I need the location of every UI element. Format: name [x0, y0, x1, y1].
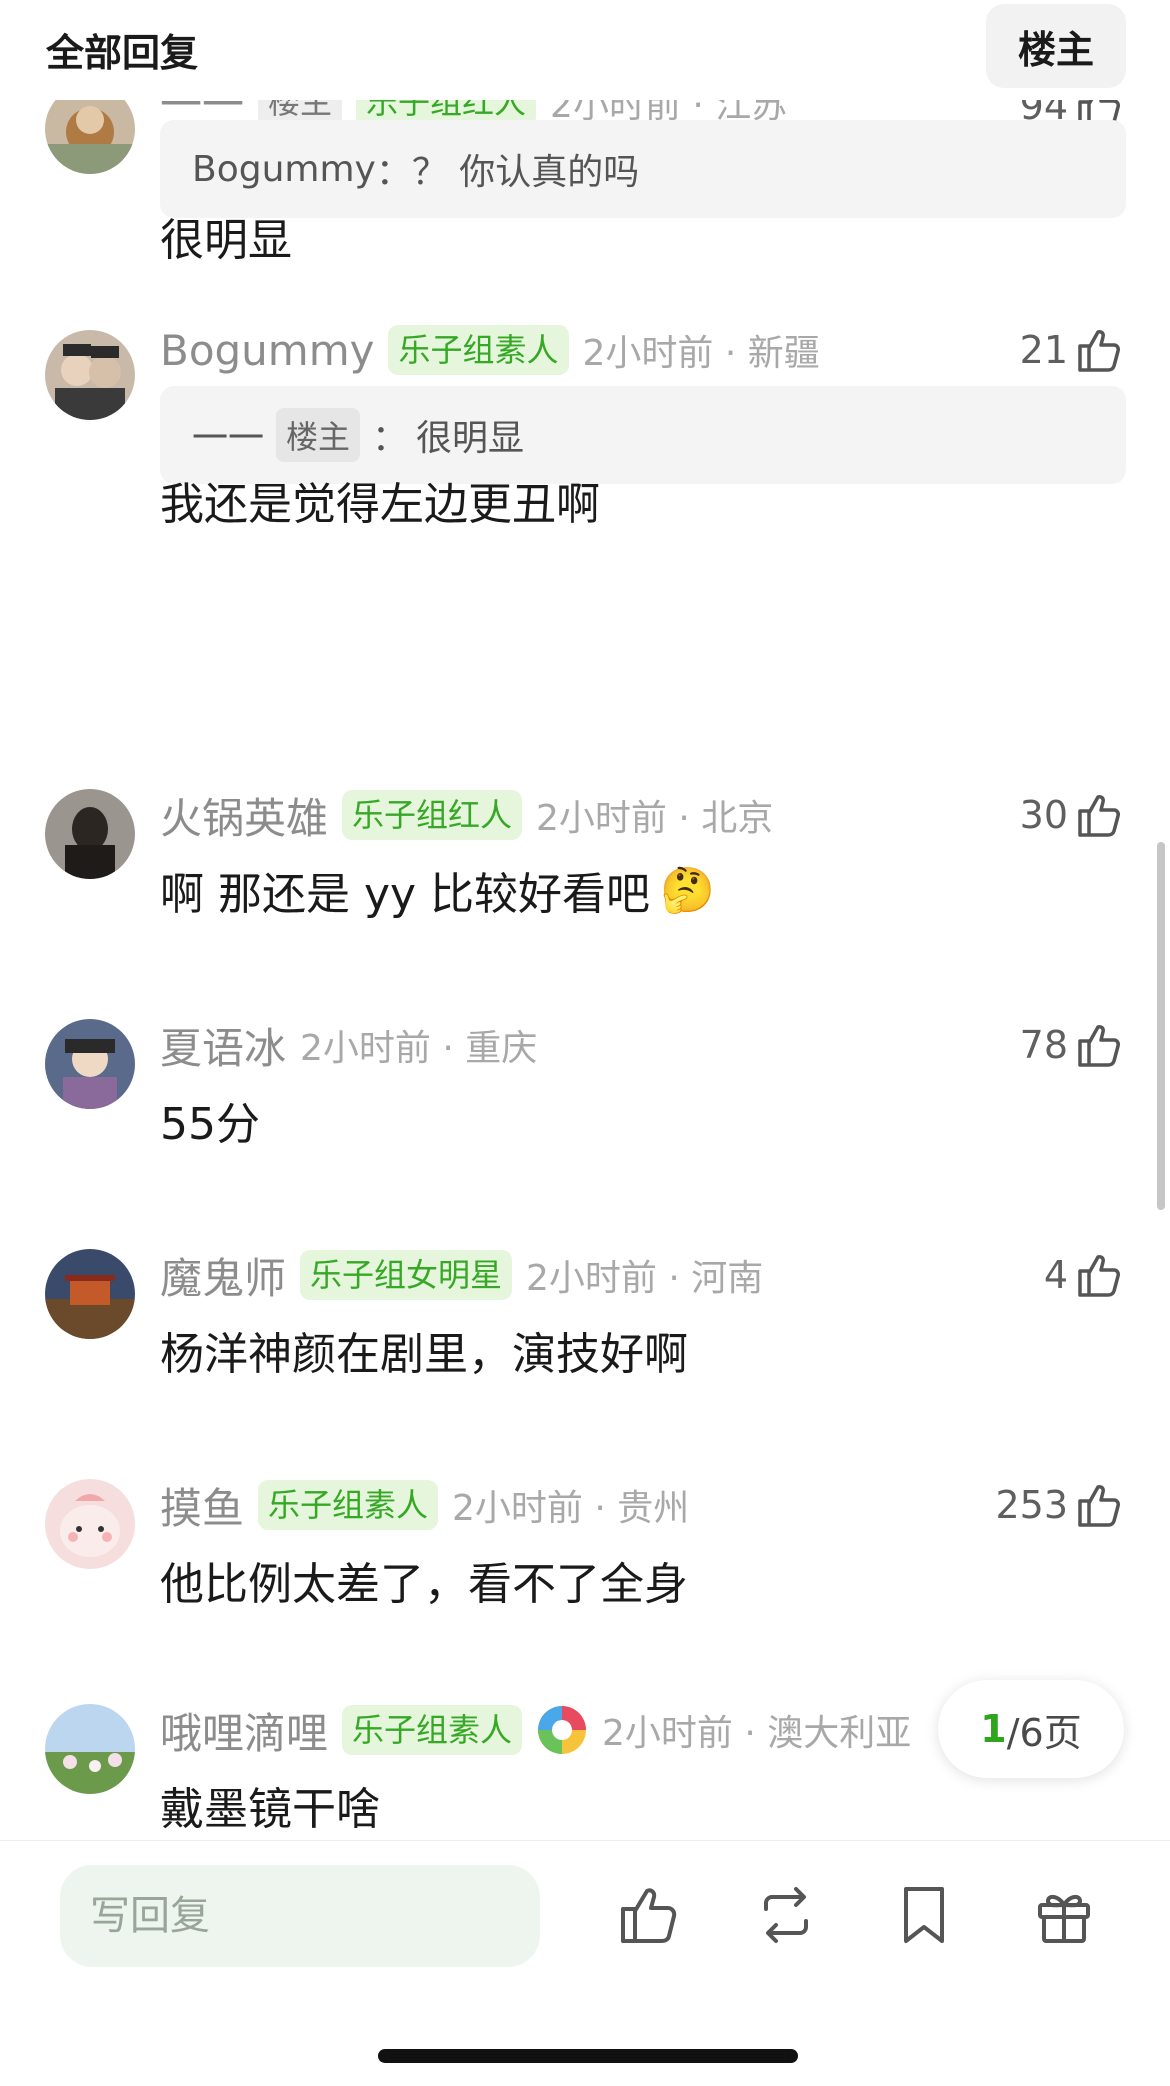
- username[interactable]: 魔鬼师: [160, 1245, 286, 1306]
- quoted-reply[interactable]: Bogummy ： ？ 你认真的吗: [160, 120, 1126, 218]
- username[interactable]: 哦哩滴哩: [160, 1700, 328, 1760]
- comment-text: 我还是觉得左边更丑啊: [160, 479, 600, 530]
- bottom-action-bar: [0, 1840, 1170, 2086]
- thumb-up-icon: [1078, 1485, 1120, 1527]
- quote-text: 很明显: [416, 418, 525, 459]
- user-tag: 乐子组素人: [342, 1705, 523, 1755]
- thumb-up-icon: [1078, 330, 1120, 372]
- comment-text: 很明显: [160, 215, 292, 266]
- avatar[interactable]: [45, 1704, 135, 1794]
- comment-meta: 魔鬼师 乐子组女明星 2小时前 · 河南: [160, 1245, 763, 1305]
- repost-icon[interactable]: [752, 1881, 820, 1949]
- comment-text: 杨洋神颜在剧里，演技好啊: [160, 1329, 688, 1380]
- comment-meta: 哦哩滴哩 乐子组素人 2小时前 · 澳大利亚: [160, 1700, 911, 1760]
- user-tag: 乐子组红人: [342, 790, 523, 840]
- rainbow-badge-icon: [538, 1706, 587, 1754]
- current-page: 1: [980, 1707, 1007, 1751]
- like-count: 30: [1019, 793, 1068, 837]
- username[interactable]: 夏语冰: [160, 1015, 286, 1076]
- timestamp: 2小时前 · 北京: [536, 798, 774, 839]
- scrollbar[interactable]: [1157, 842, 1165, 1210]
- like-button[interactable]: 253: [995, 1475, 1126, 1535]
- timestamp: 2小时前 · 新疆: [582, 333, 820, 374]
- comment-text: 他比例太差了，看不了全身: [160, 1559, 688, 1610]
- like-count: 21: [1019, 328, 1068, 372]
- page-title: 全部回复: [46, 31, 199, 75]
- quote-author[interactable]: Bogummy: [192, 149, 376, 190]
- quote-separator: ：: [375, 152, 412, 193]
- thumb-up-icon: [1078, 795, 1120, 837]
- avatar[interactable]: [45, 1479, 135, 1569]
- comment-text: 啊 那还是 yy 比较好看吧 🤔: [160, 860, 715, 920]
- like-button[interactable]: 21: [1020, 320, 1126, 380]
- page-indicator[interactable]: 1 /6页: [938, 1680, 1124, 1778]
- timestamp: 2小时前 · 重庆: [300, 1028, 538, 1069]
- avatar[interactable]: [45, 1019, 135, 1109]
- username[interactable]: 摸鱼: [160, 1475, 244, 1536]
- bookmark-icon[interactable]: [890, 1881, 958, 1949]
- thumb-up-icon: [1078, 1255, 1120, 1297]
- avatar[interactable]: [45, 789, 135, 879]
- comment-meta: 夏语冰 2小时前 · 重庆: [160, 1015, 537, 1075]
- like-count: 4: [1043, 1253, 1068, 1297]
- reply-input[interactable]: [60, 1865, 540, 1967]
- comment-text-body: 啊 那还是 yy 比较好看吧: [160, 869, 651, 920]
- host-tag: 楼主: [276, 408, 361, 462]
- avatar[interactable]: [45, 1249, 135, 1339]
- username[interactable]: 火锅英雄: [160, 785, 328, 846]
- like-button[interactable]: 30: [1020, 785, 1126, 845]
- header: 全部回复 楼主: [0, 0, 1170, 100]
- total-pages: /6页: [1006, 1710, 1082, 1755]
- timestamp: 2小时前 · 贵州: [452, 1488, 690, 1529]
- thinking-emoji-icon: 🤔: [660, 865, 715, 916]
- home-indicator[interactable]: [378, 2049, 798, 2063]
- quote-separator: ：: [372, 418, 409, 459]
- gift-icon[interactable]: [1030, 1881, 1098, 1949]
- comment-text: 戴墨镜干啥: [160, 1784, 380, 1835]
- timestamp: 2小时前 · 河南: [526, 1258, 764, 1299]
- comment-meta: Bogummy 乐子组素人 2小时前 · 新疆: [160, 320, 820, 380]
- like-icon[interactable]: [615, 1881, 683, 1949]
- like-button[interactable]: 78: [1020, 1015, 1126, 1075]
- host-only-button[interactable]: 楼主: [986, 4, 1126, 88]
- comment-meta: 摸鱼 乐子组素人 2小时前 · 贵州: [160, 1475, 689, 1535]
- like-count: 253: [995, 1483, 1068, 1527]
- user-tag: 乐子组素人: [258, 1480, 439, 1530]
- username[interactable]: Bogummy: [160, 326, 374, 375]
- comment-text: 55分: [160, 1099, 260, 1150]
- comment-meta: 火锅英雄 乐子组红人 2小时前 · 北京: [160, 785, 773, 845]
- user-tag: 乐子组素人: [388, 325, 569, 375]
- like-button[interactable]: 4: [1044, 1245, 1126, 1305]
- user-tag: 乐子组女明星: [300, 1250, 513, 1300]
- timestamp: 2小时前 · 澳大利亚: [602, 1713, 912, 1754]
- like-count: 78: [1019, 1023, 1068, 1067]
- quote-text: ？ 你认真的吗: [411, 152, 640, 193]
- thumb-up-icon: [1078, 1025, 1120, 1067]
- quote-author[interactable]: 一一: [192, 409, 264, 461]
- avatar[interactable]: [45, 330, 135, 420]
